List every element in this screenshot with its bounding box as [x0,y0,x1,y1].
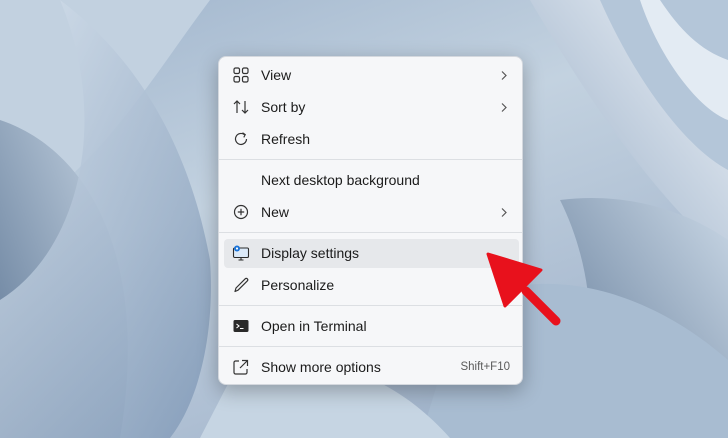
pen-icon [234,277,249,293]
menu-item-label: Personalize [261,277,335,293]
chevron-right-icon [501,103,507,112]
desktop-context-menu: View Sort by Refresh Next desktop backgr… [218,56,523,385]
menu-item-display-settings[interactable]: Display settings [224,239,519,268]
desktop-background[interactable]: View Sort by Refresh Next desktop backgr… [0,0,728,438]
menu-item-new[interactable]: New [224,198,519,227]
menu-item-view[interactable]: View [224,61,519,90]
chevron-right-icon [501,208,507,217]
menu-item-label: Display settings [261,245,360,261]
menu-item-refresh[interactable]: Refresh [224,125,519,154]
chevron-right-icon [501,71,507,80]
menu-item-label: Sort by [261,99,306,115]
menu-separator [219,346,522,347]
menu-separator [219,232,522,233]
menu-item-label: Show more options [261,359,381,375]
plus-circle-icon [233,204,249,220]
share-icon [233,359,249,375]
menu-item-open-in-terminal[interactable]: Open in Terminal [224,312,519,341]
terminal-icon [233,320,249,332]
menu-item-personalize[interactable]: Personalize [224,271,519,300]
menu-separator [219,305,522,306]
menu-item-sort-by[interactable]: Sort by [224,93,519,122]
menu-item-label: Refresh [261,131,311,147]
menu-item-label: Next desktop background [261,172,420,188]
menu-item-label: Open in Terminal [261,318,367,334]
menu-item-next-desktop-background[interactable]: Next desktop background [224,166,519,195]
refresh-icon [234,132,248,145]
menu-item-label: View [261,67,292,83]
display-settings-icon [232,245,250,261]
sort-icon [233,100,249,114]
grid-icon [233,67,249,83]
menu-item-label: New [261,204,290,220]
keyboard-shortcut: Shift+F10 [460,361,510,373]
menu-item-show-more-options[interactable]: Show more options Shift+F10 [224,353,519,382]
menu-separator [219,159,522,160]
